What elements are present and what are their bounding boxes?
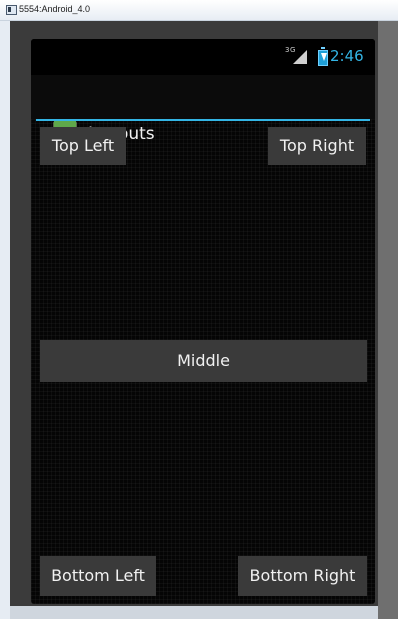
middle-button[interactable]: Middle: [40, 340, 367, 382]
top-left-button[interactable]: Top Left: [40, 127, 126, 165]
status-bar: 3G 2:46: [31, 39, 375, 75]
device-screen: 3G 2:46 Layouts Top Left Top Right Middl…: [31, 39, 375, 604]
window-titlebar[interactable]: 5554:Android_4.0: [0, 0, 398, 21]
bottom-right-button[interactable]: Bottom Right: [238, 556, 367, 596]
status-clock: 2:46: [330, 47, 364, 65]
battery-charging-icon: [318, 47, 328, 66]
bottom-left-button[interactable]: Bottom Left: [40, 556, 156, 596]
emulator-window: 5554:Android_4.0 3G 2:46 Layouts Top Lef…: [0, 0, 398, 619]
action-bar-divider: [36, 119, 370, 121]
emulator-window-icon: [6, 5, 17, 15]
window-title: 5554:Android_4.0: [19, 4, 91, 14]
signal-icon: [293, 50, 307, 64]
window-frame-right: [378, 21, 398, 619]
action-bar: [31, 75, 375, 119]
window-frame-left: [0, 21, 10, 619]
window-frame-bottom: [10, 606, 378, 619]
top-right-button[interactable]: Top Right: [268, 127, 366, 165]
